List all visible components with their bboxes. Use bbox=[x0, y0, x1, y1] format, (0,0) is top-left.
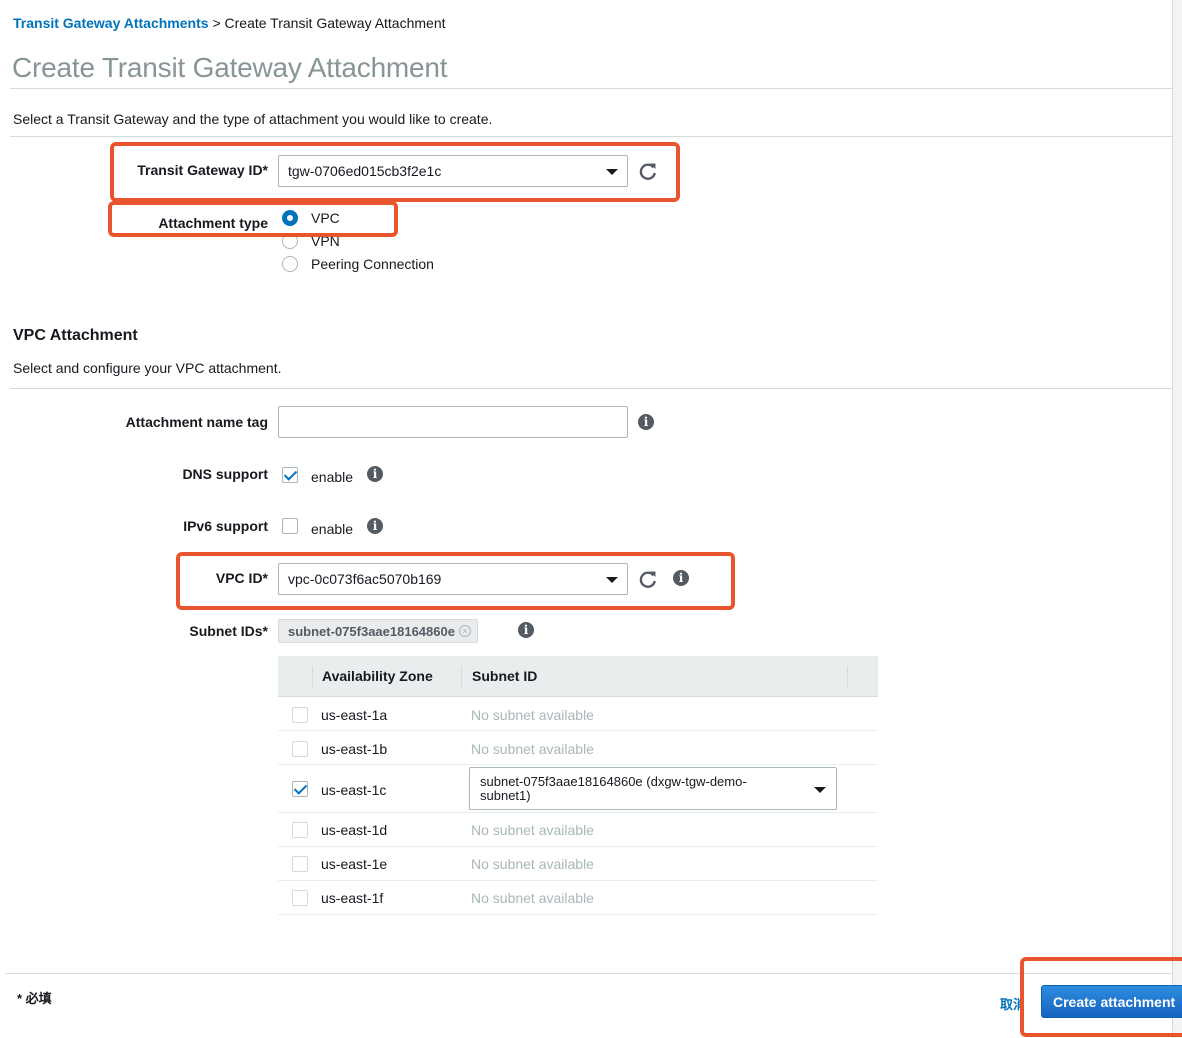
table-row: us-east-1c subnet-075f3aae18164860e (dxg… bbox=[278, 765, 878, 813]
chevron-down-icon bbox=[814, 787, 826, 793]
row-az: us-east-1b bbox=[321, 741, 388, 757]
info-icon[interactable]: i bbox=[638, 414, 654, 430]
row-checkbox[interactable] bbox=[292, 707, 308, 723]
divider bbox=[10, 136, 1172, 137]
row-az: us-east-1e bbox=[321, 856, 388, 872]
row-az: us-east-1a bbox=[321, 707, 388, 723]
cancel-button[interactable]: 取消 bbox=[1000, 994, 1022, 1013]
breadcrumb-current: Create Transit Gateway Attachment bbox=[224, 15, 446, 31]
breadcrumb: Transit Gateway Attachments > Create Tra… bbox=[13, 15, 446, 31]
table-row: us-east-1e No subnet available bbox=[278, 847, 878, 881]
dns-support-checkbox[interactable] bbox=[282, 467, 298, 483]
subnet-ids-label: Subnet IDs* bbox=[189, 623, 268, 639]
subnet-token: subnet-075f3aae18164860e × bbox=[278, 619, 478, 643]
divider bbox=[10, 388, 1172, 389]
breadcrumb-separator: > bbox=[212, 15, 221, 31]
table-row: us-east-1f No subnet available bbox=[278, 881, 878, 915]
column-header-availability-zone[interactable]: Availability Zone bbox=[322, 668, 433, 684]
column-divider bbox=[847, 666, 848, 688]
subnet-token-label: subnet-075f3aae18164860e bbox=[288, 623, 455, 639]
row-az: us-east-1d bbox=[321, 822, 388, 838]
subnet-table: Availability Zone Subnet ID us-east-1a N… bbox=[278, 656, 878, 915]
column-divider bbox=[461, 666, 462, 688]
vpc-attachment-description: Select and configure your VPC attachment… bbox=[13, 360, 282, 376]
column-divider bbox=[312, 666, 313, 688]
highlight-box-attachment-type bbox=[108, 201, 398, 237]
row-checkbox[interactable] bbox=[292, 822, 308, 838]
row-subnet: No subnet available bbox=[471, 707, 594, 723]
window-scrollbar[interactable] bbox=[1172, 0, 1182, 1038]
row-checkbox[interactable] bbox=[292, 890, 308, 906]
dns-support-label: DNS support bbox=[182, 466, 268, 482]
breadcrumb-link-attachments[interactable]: Transit Gateway Attachments bbox=[13, 15, 209, 31]
intro-text: Select a Transit Gateway and the type of… bbox=[13, 111, 493, 127]
footer-divider bbox=[5, 973, 1172, 974]
row-checkbox[interactable] bbox=[292, 856, 308, 872]
highlight-box-vpc-id bbox=[176, 552, 735, 610]
radio-peering-label: Peering Connection bbox=[311, 256, 434, 272]
row-checkbox[interactable] bbox=[292, 741, 308, 757]
info-icon[interactable]: i bbox=[367, 518, 383, 534]
row-subnet: No subnet available bbox=[471, 741, 594, 757]
subnet-select-value: subnet-075f3aae18164860e (dxgw-tgw-demo-… bbox=[480, 774, 747, 803]
page-title: Create Transit Gateway Attachment bbox=[12, 52, 448, 83]
radio-peering[interactable] bbox=[282, 256, 298, 272]
table-row: us-east-1b No subnet available bbox=[278, 731, 878, 765]
info-icon[interactable]: i bbox=[518, 622, 534, 638]
table-row: us-east-1d No subnet available bbox=[278, 813, 878, 847]
row-az: us-east-1c bbox=[321, 782, 387, 798]
dns-support-option: enable bbox=[311, 469, 354, 485]
row-az: us-east-1f bbox=[321, 890, 384, 906]
row-subnet: No subnet available bbox=[471, 822, 594, 838]
name-tag-label: Attachment name tag bbox=[125, 414, 268, 430]
column-header-subnet-id[interactable]: Subnet ID bbox=[472, 668, 537, 684]
name-tag-input[interactable] bbox=[278, 406, 628, 438]
divider bbox=[10, 88, 1172, 89]
row-subnet: No subnet available bbox=[471, 890, 594, 906]
highlight-box-create-button bbox=[1020, 957, 1182, 1037]
close-icon[interactable]: × bbox=[458, 625, 471, 637]
row-subnet: No subnet available bbox=[471, 856, 594, 872]
table-header: Availability Zone Subnet ID bbox=[278, 656, 878, 697]
vpc-attachment-heading: VPC Attachment bbox=[13, 327, 138, 344]
subnet-select[interactable]: subnet-075f3aae18164860e (dxgw-tgw-demo-… bbox=[469, 767, 837, 810]
required-note: * 必填 bbox=[17, 991, 52, 1006]
ipv6-support-option: enable bbox=[311, 521, 354, 537]
row-checkbox[interactable] bbox=[292, 781, 308, 797]
ipv6-support-checkbox[interactable] bbox=[282, 518, 298, 534]
table-row: us-east-1a No subnet available bbox=[278, 697, 878, 731]
highlight-box-tgw bbox=[110, 142, 680, 202]
info-icon[interactable]: i bbox=[367, 466, 383, 482]
ipv6-support-label: IPv6 support bbox=[183, 518, 268, 534]
